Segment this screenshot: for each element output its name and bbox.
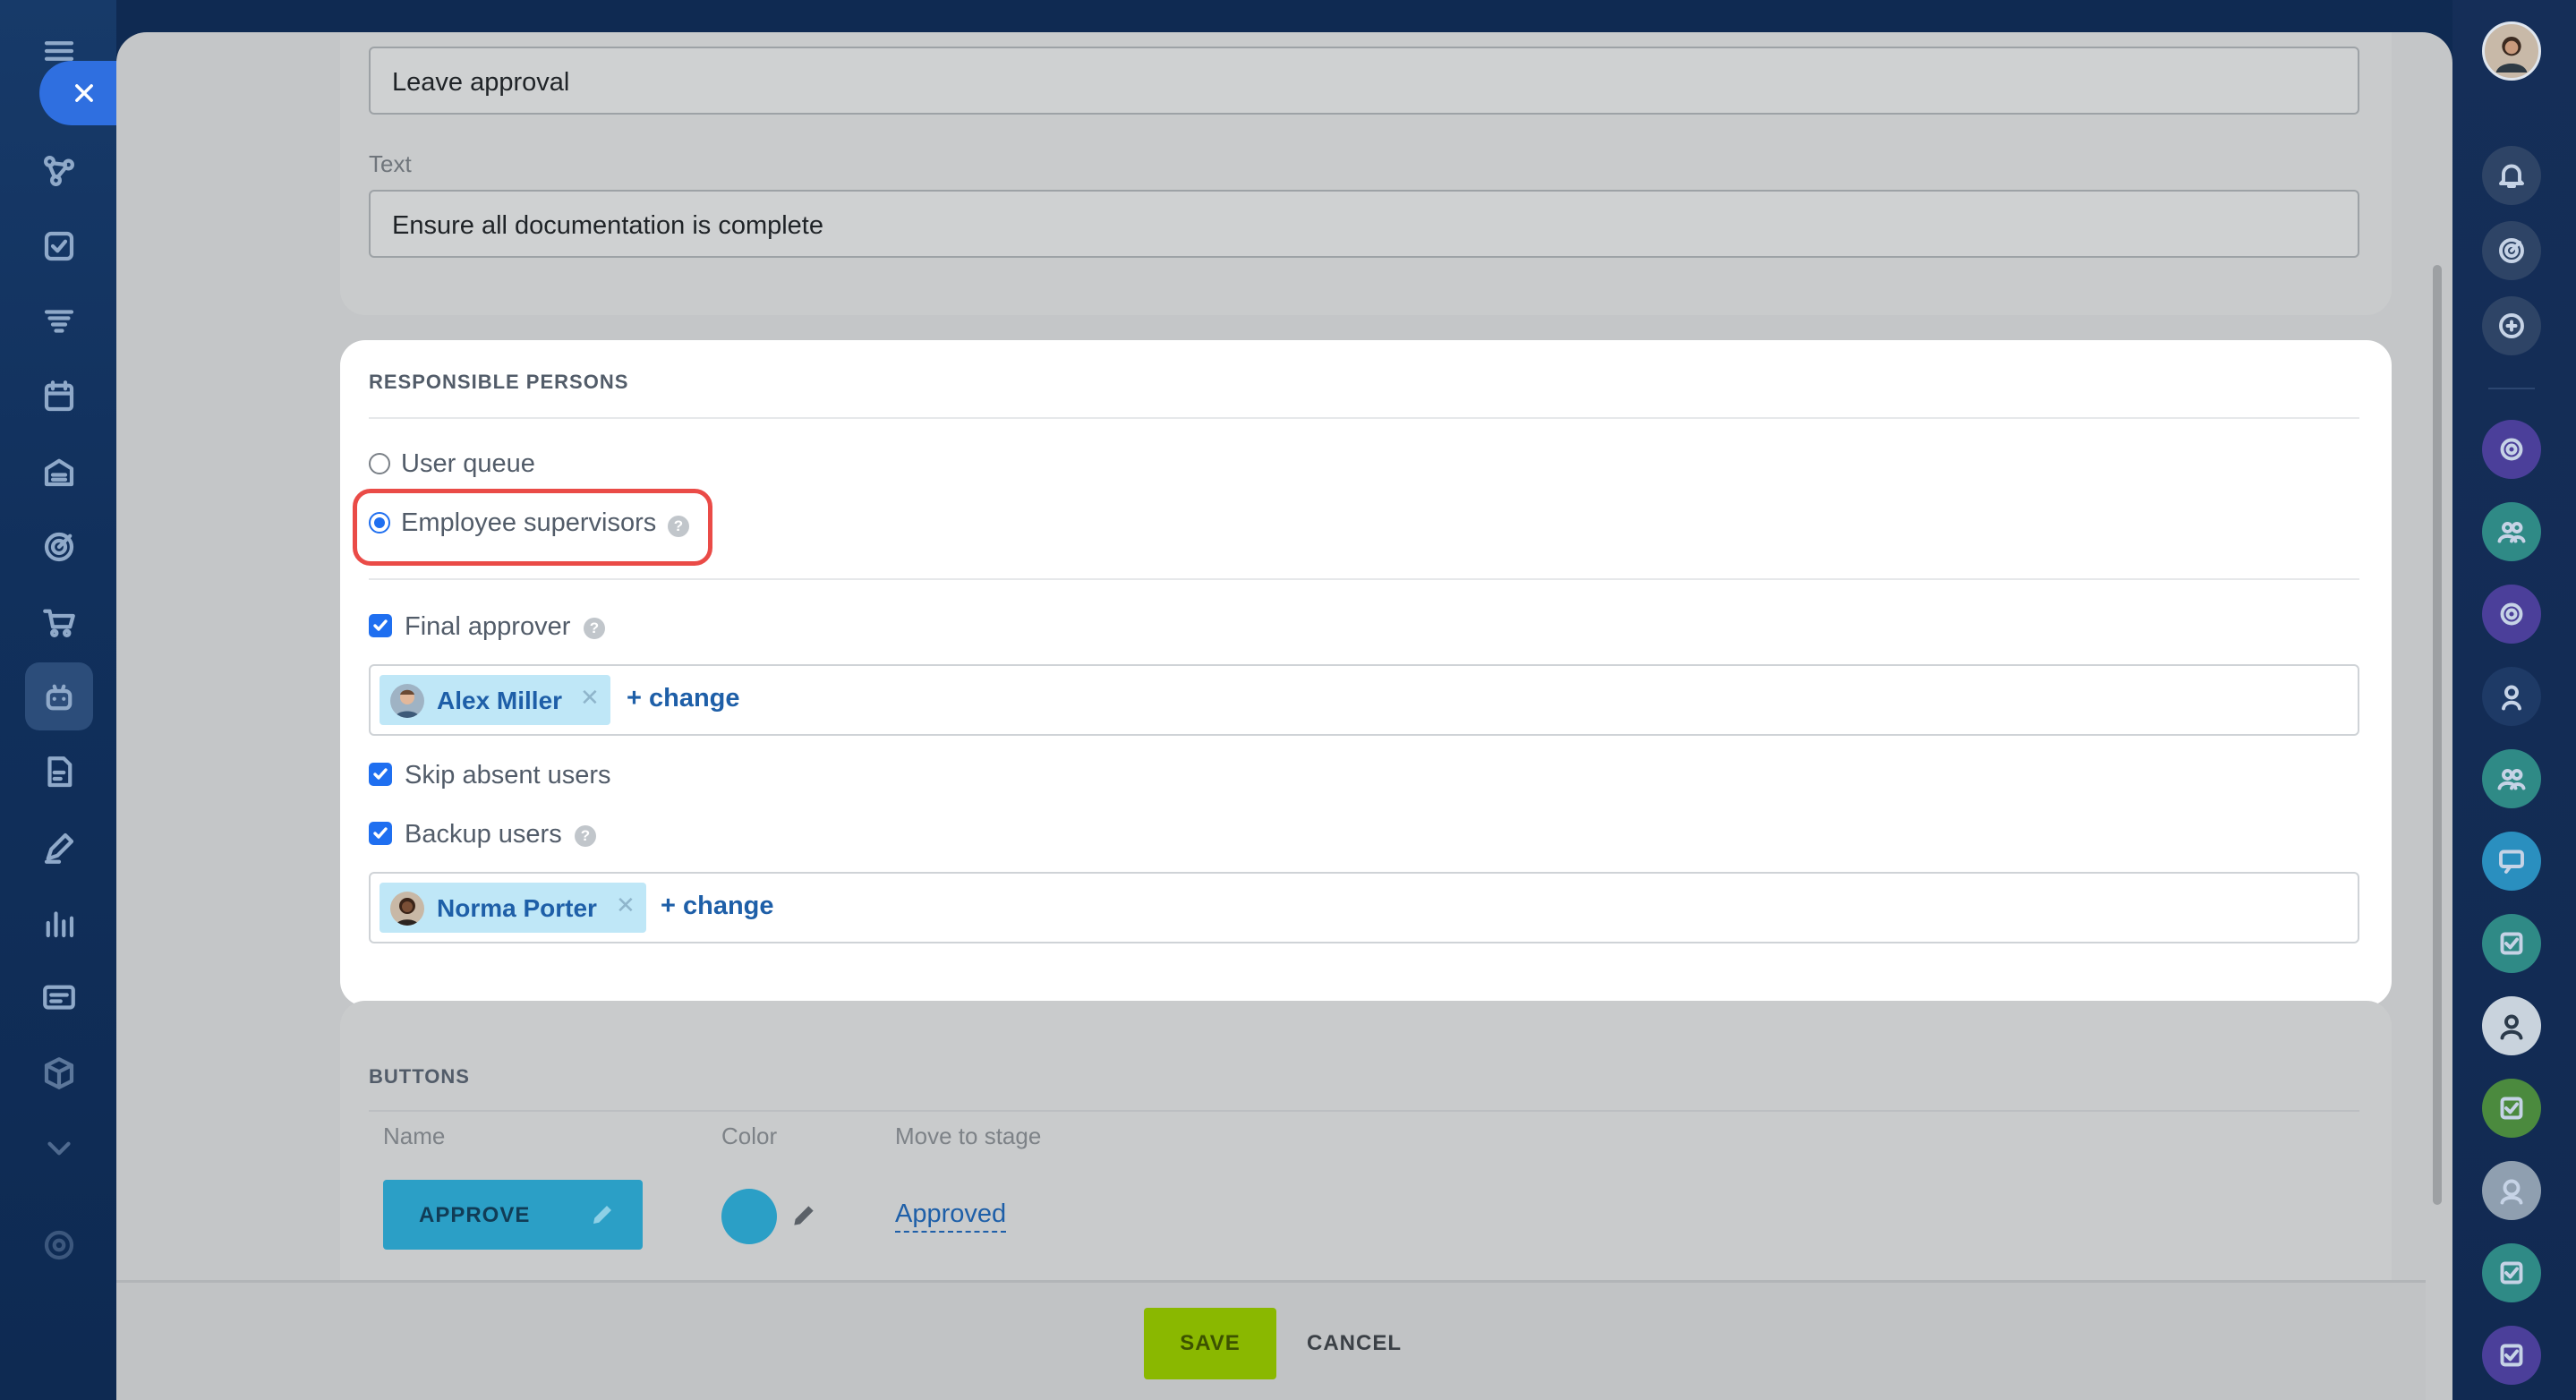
robot-icon[interactable] [40, 679, 78, 716]
chat-avatar[interactable] [2482, 585, 2541, 644]
backup-users-label: Backup users [405, 820, 562, 849]
save-button[interactable]: SAVE [1144, 1308, 1276, 1379]
storage-icon[interactable] [40, 453, 78, 491]
chat-avatar[interactable] [2482, 1326, 2541, 1385]
final-approver-checkbox[interactable] [369, 614, 392, 637]
user-chip-norma-porter[interactable]: Norma Porter ✕ [380, 883, 646, 933]
backup-users-checkbox[interactable] [369, 822, 392, 845]
user-chip-name: Norma Porter [437, 894, 597, 922]
user-avatar[interactable] [2482, 21, 2541, 81]
text-input-value: Ensure all documentation is complete [392, 211, 823, 240]
responsible-persons-card: RESPONSIBLE PERSONS User queue Employee … [340, 340, 2392, 1006]
close-button[interactable] [39, 61, 118, 125]
cancel-button[interactable]: CANCEL [1307, 1331, 1402, 1356]
title-input-value: Leave approval [392, 68, 570, 97]
change-backup-users-link[interactable]: + change [661, 892, 774, 921]
check-icon [373, 619, 388, 631]
help-icon[interactable]: ? [584, 618, 605, 639]
title-input[interactable]: Leave approval [369, 47, 2359, 115]
chat-avatar[interactable] [2482, 996, 2541, 1055]
backup-users-selector[interactable]: Norma Porter ✕ + change [369, 872, 2359, 943]
pen-icon[interactable] [40, 829, 78, 866]
chat-avatar[interactable] [2482, 420, 2541, 479]
right-sidebar [2452, 0, 2576, 1400]
settings-icon[interactable] [40, 1226, 78, 1264]
text-field-label: Text [369, 150, 412, 177]
left-sidebar [0, 0, 116, 1400]
color-swatch[interactable] [721, 1189, 777, 1244]
divider [369, 1110, 2359, 1112]
chat-avatar[interactable] [2482, 914, 2541, 973]
calendar-icon[interactable] [40, 378, 78, 415]
responsible-persons-title: RESPONSIBLE PERSONS [369, 371, 629, 393]
employee-supervisors-radio[interactable] [369, 512, 390, 534]
chat-avatar[interactable] [2482, 832, 2541, 891]
edit-pencil-icon[interactable] [789, 1201, 818, 1230]
divider [369, 417, 2359, 419]
target-icon[interactable] [2482, 221, 2541, 280]
column-header-name: Name [383, 1123, 446, 1149]
skip-absent-label: Skip absent users [405, 761, 611, 790]
help-icon[interactable]: ? [668, 516, 689, 537]
close-icon [75, 84, 93, 102]
scrollbar[interactable] [2433, 265, 2442, 1205]
task-details-card: Leave approval Text Ensure all documenta… [340, 32, 2392, 315]
document-edit-icon[interactable] [40, 754, 78, 791]
check-icon [373, 768, 388, 780]
help-icon[interactable]: ? [575, 825, 596, 847]
avatar [390, 892, 424, 926]
chat-avatar[interactable] [2482, 1243, 2541, 1302]
user-queue-radio[interactable] [369, 453, 390, 474]
task-icon[interactable] [40, 227, 78, 265]
column-header-stage: Move to stage [895, 1123, 1042, 1149]
approve-button-preview[interactable]: APPROVE [383, 1180, 643, 1250]
user-queue-label[interactable]: User queue [401, 449, 535, 479]
filter-icon[interactable] [40, 303, 78, 340]
user-chip-name: Alex Miller [437, 687, 563, 714]
employee-supervisors-label[interactable]: Employee supervisors [401, 508, 656, 538]
final-approver-label: Final approver [405, 612, 571, 641]
box-icon[interactable] [40, 1054, 78, 1092]
target-icon[interactable] [40, 528, 78, 566]
chat-avatar[interactable] [2482, 1079, 2541, 1138]
approve-button-label: APPROVE [419, 1203, 531, 1227]
cart-icon[interactable] [40, 603, 78, 641]
divider [2488, 388, 2535, 389]
bell-icon[interactable] [2482, 146, 2541, 205]
message-icon[interactable] [40, 979, 78, 1017]
chat-avatar[interactable] [2482, 502, 2541, 561]
flow-icon[interactable] [40, 152, 78, 190]
chat-avatar[interactable] [2482, 1161, 2541, 1220]
footer-bar: SAVE CANCEL [116, 1280, 2426, 1400]
change-final-approver-link[interactable]: + change [627, 684, 740, 713]
divider [369, 578, 2359, 580]
column-header-color: Color [721, 1123, 778, 1149]
remove-user-icon[interactable]: ✕ [616, 892, 635, 919]
move-to-stage-link[interactable]: Approved [895, 1199, 1007, 1233]
chevron-down-icon[interactable] [40, 1130, 78, 1167]
save-button-label: SAVE [1180, 1331, 1241, 1355]
slider-panel: Leave approval Text Ensure all documenta… [116, 32, 2452, 1400]
edit-pencil-icon[interactable] [589, 1201, 616, 1228]
chart-icon[interactable] [40, 904, 78, 942]
remove-user-icon[interactable]: ✕ [580, 684, 600, 712]
skip-absent-checkbox[interactable] [369, 763, 392, 786]
chat-avatar[interactable] [2482, 749, 2541, 808]
final-approver-selector[interactable]: Alex Miller ✕ + change [369, 664, 2359, 736]
user-chip-alex-miller[interactable]: Alex Miller ✕ [380, 675, 610, 725]
avatar [390, 684, 424, 718]
search-chat-icon[interactable] [2482, 296, 2541, 355]
buttons-section-title: BUTTONS [369, 1065, 470, 1088]
text-input[interactable]: Ensure all documentation is complete [369, 190, 2359, 258]
check-icon [373, 827, 388, 839]
chat-avatar[interactable] [2482, 667, 2541, 726]
